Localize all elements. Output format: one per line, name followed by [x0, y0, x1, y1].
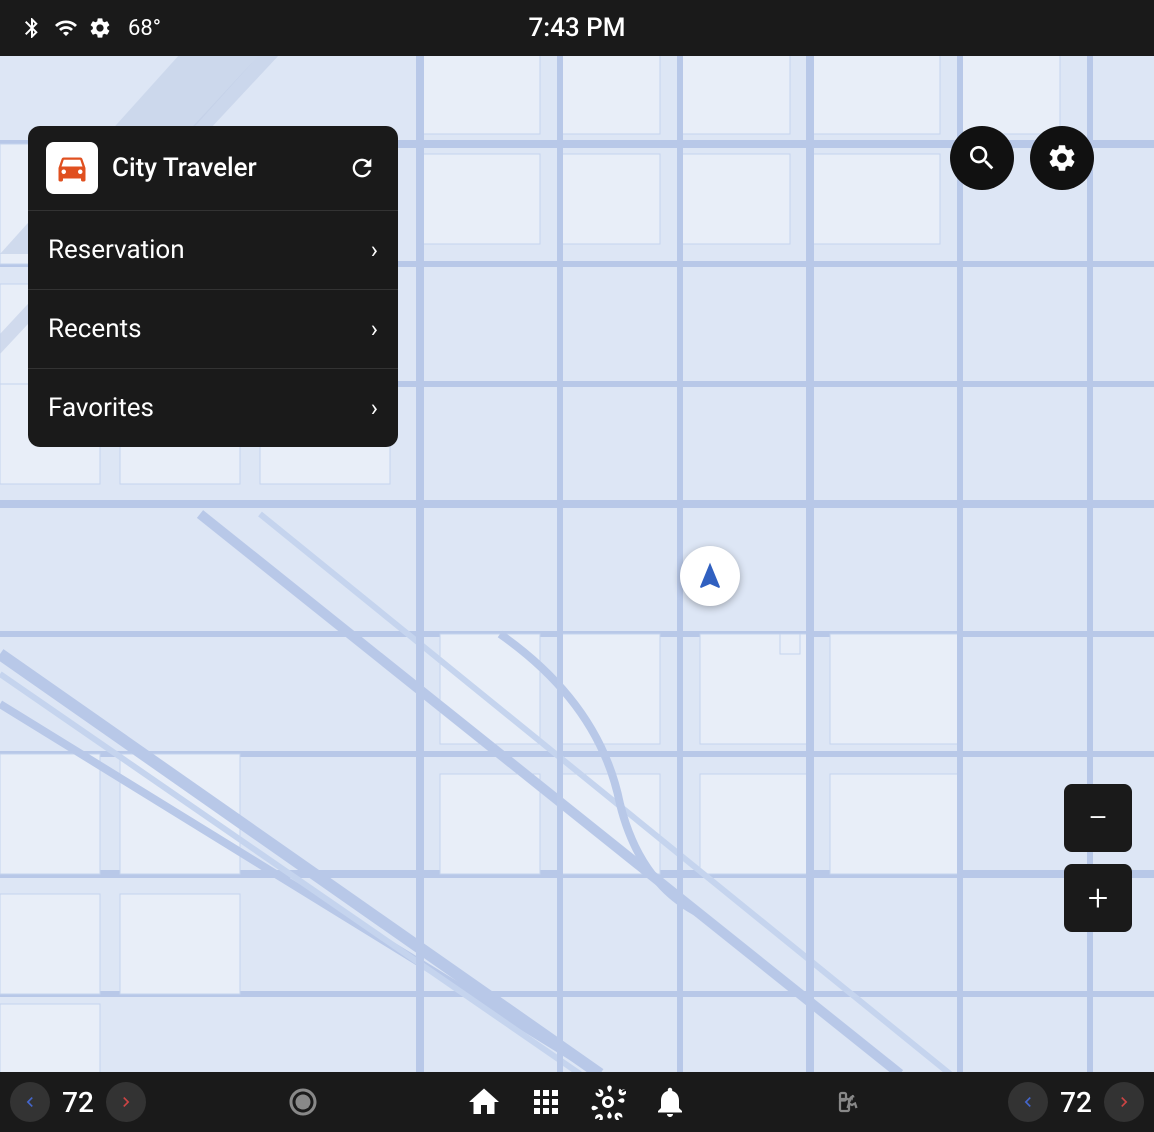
status-bar: 68° 7:43 PM	[0, 0, 1154, 56]
left-temp-decrease[interactable]	[10, 1082, 50, 1122]
reservation-label: Reservation	[48, 235, 185, 265]
status-left: 68°	[20, 16, 161, 41]
time-display: 7:43 PM	[529, 13, 626, 43]
recents-label: Recents	[48, 314, 142, 344]
right-temp-control: 72	[1008, 1082, 1144, 1122]
bottom-bar: 72	[0, 1072, 1154, 1132]
reservation-chevron: ›	[371, 236, 378, 264]
panel-header: City Traveler	[28, 126, 398, 211]
bottom-center-controls	[459, 1077, 695, 1127]
right-seat-heat-button[interactable]	[827, 1077, 877, 1127]
temperature-display: 68°	[128, 16, 161, 41]
zoom-out-button[interactable]: −	[1064, 784, 1132, 852]
right-temp-value: 72	[1052, 1086, 1100, 1119]
search-button[interactable]	[950, 126, 1014, 190]
left-temp-increase[interactable]	[106, 1082, 146, 1122]
settings-button[interactable]	[1030, 126, 1094, 190]
panel-title: City Traveler	[112, 153, 330, 183]
app-panel: City Traveler Reservation › Recents › Fa…	[28, 126, 398, 447]
bluetooth-icon	[20, 16, 44, 40]
climate-button[interactable]	[583, 1077, 633, 1127]
location-marker	[680, 546, 740, 606]
recents-chevron: ›	[371, 315, 378, 343]
right-temp-increase[interactable]	[1104, 1082, 1144, 1122]
refresh-button[interactable]	[344, 150, 380, 186]
zoom-in-button[interactable]: +	[1064, 864, 1132, 932]
favorites-chevron: ›	[371, 394, 378, 422]
left-temp-control: 72	[10, 1082, 146, 1122]
settings-status-icon	[88, 16, 112, 40]
signal-icon	[54, 16, 78, 40]
left-seat-heat-button[interactable]	[278, 1077, 328, 1127]
favorites-menu-item[interactable]: Favorites ›	[28, 369, 398, 447]
apps-button[interactable]	[521, 1077, 571, 1127]
recents-menu-item[interactable]: Recents ›	[28, 290, 398, 369]
favorites-label: Favorites	[48, 393, 154, 423]
reservation-menu-item[interactable]: Reservation ›	[28, 211, 398, 290]
left-temp-value: 72	[54, 1086, 102, 1119]
notifications-button[interactable]	[645, 1077, 695, 1127]
map-area: City Traveler Reservation › Recents › Fa…	[0, 56, 1154, 1072]
right-temp-decrease[interactable]	[1008, 1082, 1048, 1122]
app-icon-box	[46, 142, 98, 194]
home-button[interactable]	[459, 1077, 509, 1127]
